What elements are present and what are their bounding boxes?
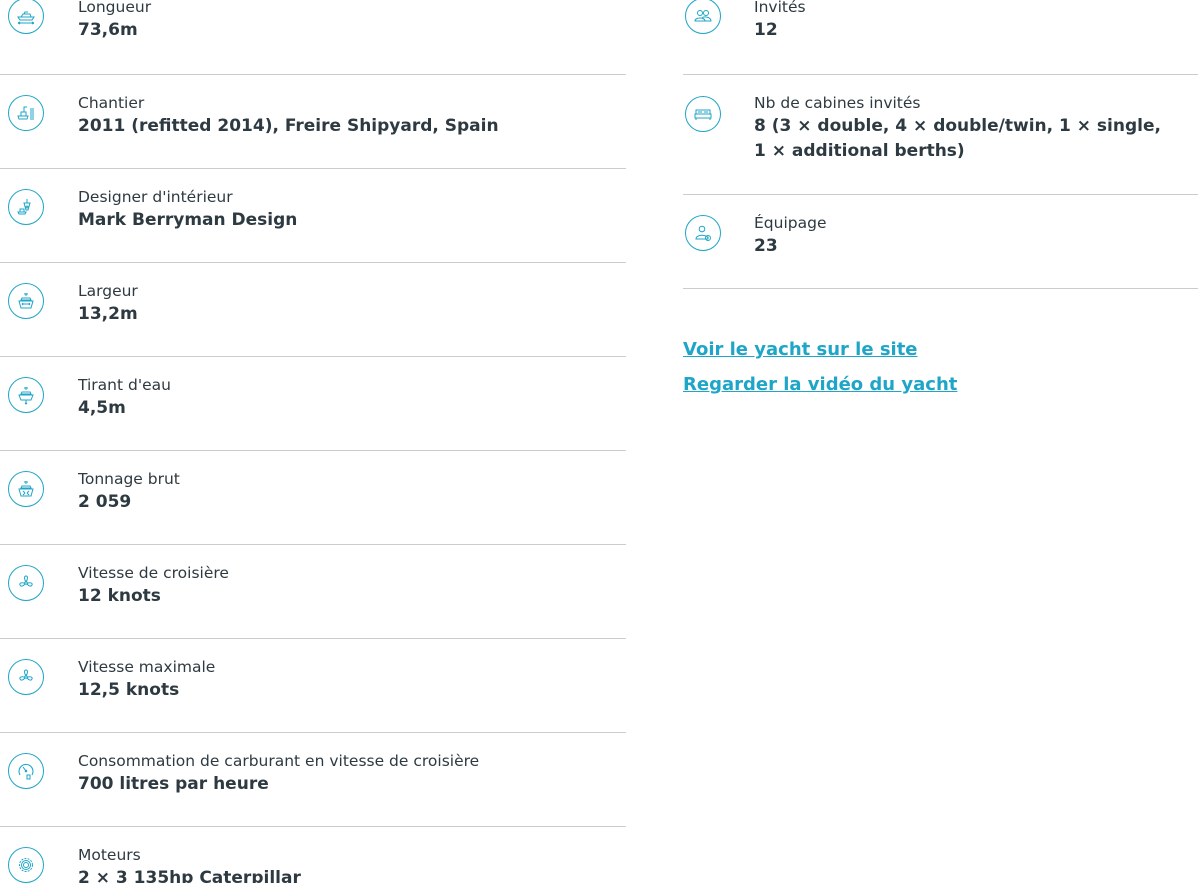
- spec-value: 12: [754, 20, 778, 40]
- propeller-icon: [8, 565, 44, 601]
- spec-draft: Tirant d'eau 4,5m: [0, 357, 626, 451]
- spec-value: 2 059: [78, 492, 132, 512]
- spec-guest-cabins: Nb de cabines invités 8 (3 × double, 4 ×…: [683, 75, 1198, 195]
- spec-guests: Invités 12: [683, 0, 1198, 75]
- spec-label: Nb de cabines invités: [754, 94, 921, 112]
- spec-value: 4,5m: [78, 398, 126, 418]
- propeller-icon: [8, 659, 44, 695]
- spec-value: 23: [754, 236, 778, 256]
- spec-label: Équipage: [754, 214, 827, 232]
- draft-icon: [8, 377, 44, 413]
- spec-value: 13,2m: [78, 304, 138, 324]
- specs-left-column: Longueur 73,6m Chantier 2011 (refitted 2…: [0, 0, 626, 883]
- yacht-length-icon: [8, 0, 44, 34]
- spec-label: Invités: [754, 0, 806, 16]
- specs-right-column: Invités 12 Nb de cabines invités 8 (3 × …: [683, 0, 1198, 289]
- spec-max-speed: Vitesse maximale 12,5 knots: [0, 639, 626, 733]
- spec-value-continued: 1 × additional berths): [754, 141, 965, 161]
- spec-label: Tonnage brut: [78, 470, 180, 488]
- spec-beam: Largeur 13,2m: [0, 263, 626, 357]
- watch-yacht-video-link[interactable]: Regarder la vidéo du yacht: [683, 372, 957, 397]
- tonnage-icon: [8, 471, 44, 507]
- spec-value: 700 litres par heure: [78, 774, 269, 794]
- spec-label: Longueur: [78, 0, 152, 16]
- yacht-links: Voir le yacht sur le site Regarder la vi…: [683, 337, 957, 407]
- spec-value: 73,6m: [78, 20, 138, 40]
- spec-label: Largeur: [78, 282, 138, 300]
- spec-value: 12 knots: [78, 586, 161, 606]
- spec-label: Consommation de carburant en vitesse de …: [78, 752, 480, 770]
- spec-value: 2 × 3 135hp Caterpillar: [78, 868, 301, 883]
- spec-value: 8 (3 × double, 4 × double/twin, 1 × sing…: [754, 116, 1161, 136]
- spec-value: Mark Berryman Design: [78, 210, 298, 230]
- spec-label: Vitesse maximale: [78, 658, 216, 676]
- guests-icon: [685, 0, 721, 34]
- bed-icon: [685, 96, 721, 132]
- spec-label: Designer d'intérieur: [78, 188, 233, 206]
- view-yacht-site-link[interactable]: Voir le yacht sur le site: [683, 337, 957, 362]
- spec-engines: Moteurs 2 × 3 135hp Caterpillar: [0, 827, 626, 883]
- crew-icon: [685, 215, 721, 251]
- spec-gross-tonnage: Tonnage brut 2 059: [0, 451, 626, 545]
- spec-fuel-consumption: Consommation de carburant en vitesse de …: [0, 733, 626, 827]
- shipyard-icon: [8, 95, 44, 131]
- spec-interior-designer: Designer d'intérieur Mark Berryman Desig…: [0, 169, 626, 263]
- spec-cruise-speed: Vitesse de croisière 12 knots: [0, 545, 626, 639]
- spec-shipyard: Chantier 2011 (refitted 2014), Freire Sh…: [0, 75, 626, 169]
- beam-icon: [8, 283, 44, 319]
- engine-gear-icon: [8, 847, 44, 883]
- spec-label: Moteurs: [78, 846, 141, 864]
- spec-label: Chantier: [78, 94, 145, 112]
- spec-label: Vitesse de croisière: [78, 564, 229, 582]
- interior-designer-icon: [8, 189, 44, 225]
- spec-value: 12,5 knots: [78, 680, 180, 700]
- spec-length: Longueur 73,6m: [0, 0, 626, 75]
- spec-label: Tirant d'eau: [78, 376, 171, 394]
- fuel-gauge-icon: [8, 753, 44, 789]
- spec-crew: Équipage 23: [683, 195, 1198, 289]
- spec-value: 2011 (refitted 2014), Freire Shipyard, S…: [78, 116, 499, 136]
